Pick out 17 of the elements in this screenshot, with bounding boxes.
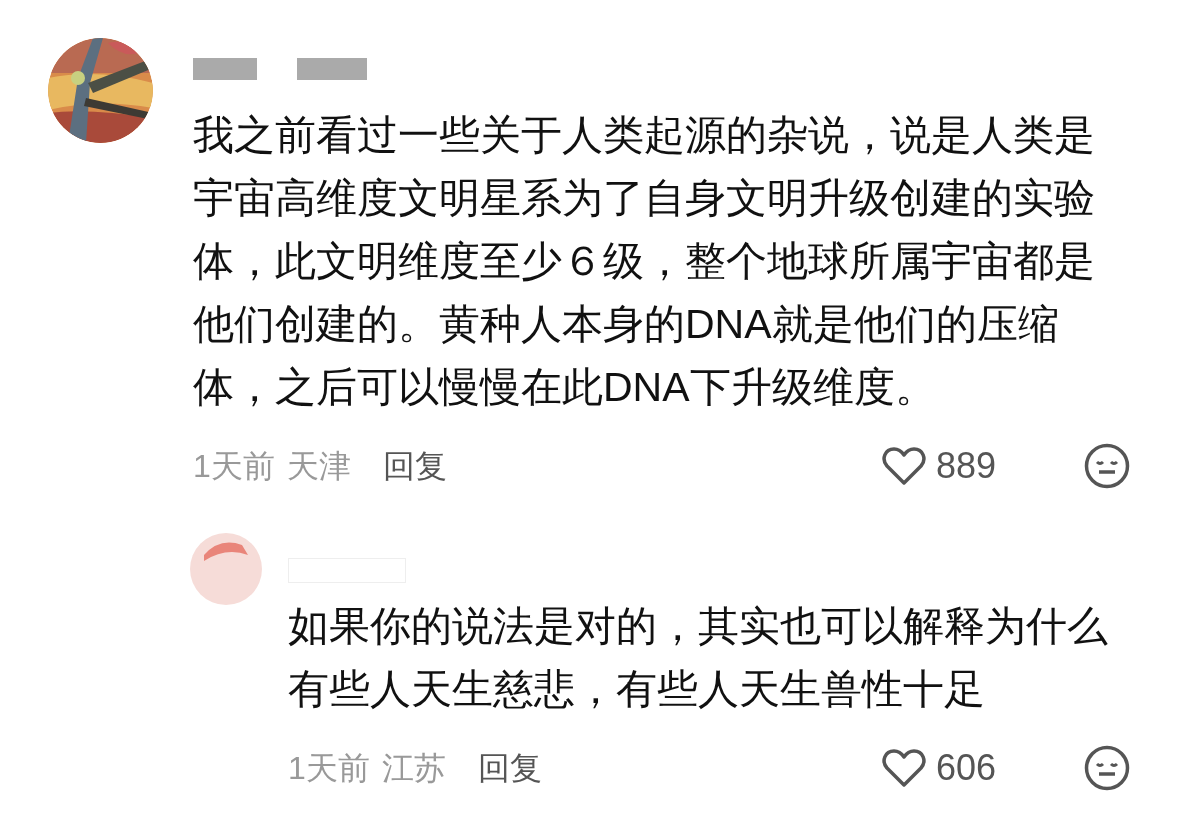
avatar <box>190 533 262 605</box>
comment-location: 天津 <box>286 447 351 486</box>
comment-text: 我之前看过一些关于人类起源的杂说，说是人类是宇宙高维度文明星系为了自身文明升级创建的实验体，此文明维度至少６级，整个地球所属宇宙都是他们创建的。黄种人本身的DNA就是他们的压缩体，之后可以慢慢在此DNA下升级维度。 <box>193 111 1096 412</box>
reply-link[interactable]: 回复 <box>477 744 542 792</box>
redacted-name <box>193 58 257 80</box>
heart-icon[interactable] <box>882 446 926 486</box>
comment-time: 1天前 <box>288 749 370 788</box>
face-icon[interactable] <box>1084 745 1130 791</box>
like-count: 889 <box>936 444 998 488</box>
reply-link[interactable]: 回复 <box>382 442 447 490</box>
comment-text: 如果你的说法是对的，其实也可以解释为什么有些人天生慈悲，有些人天生兽性十足 <box>288 602 1109 714</box>
face-icon[interactable] <box>1084 443 1130 489</box>
comment-time: 1天前 <box>193 447 275 486</box>
redacted-name <box>297 58 367 80</box>
comment-location: 江苏 <box>381 749 446 788</box>
like-count: 606 <box>936 746 998 790</box>
heart-icon[interactable] <box>882 748 926 788</box>
